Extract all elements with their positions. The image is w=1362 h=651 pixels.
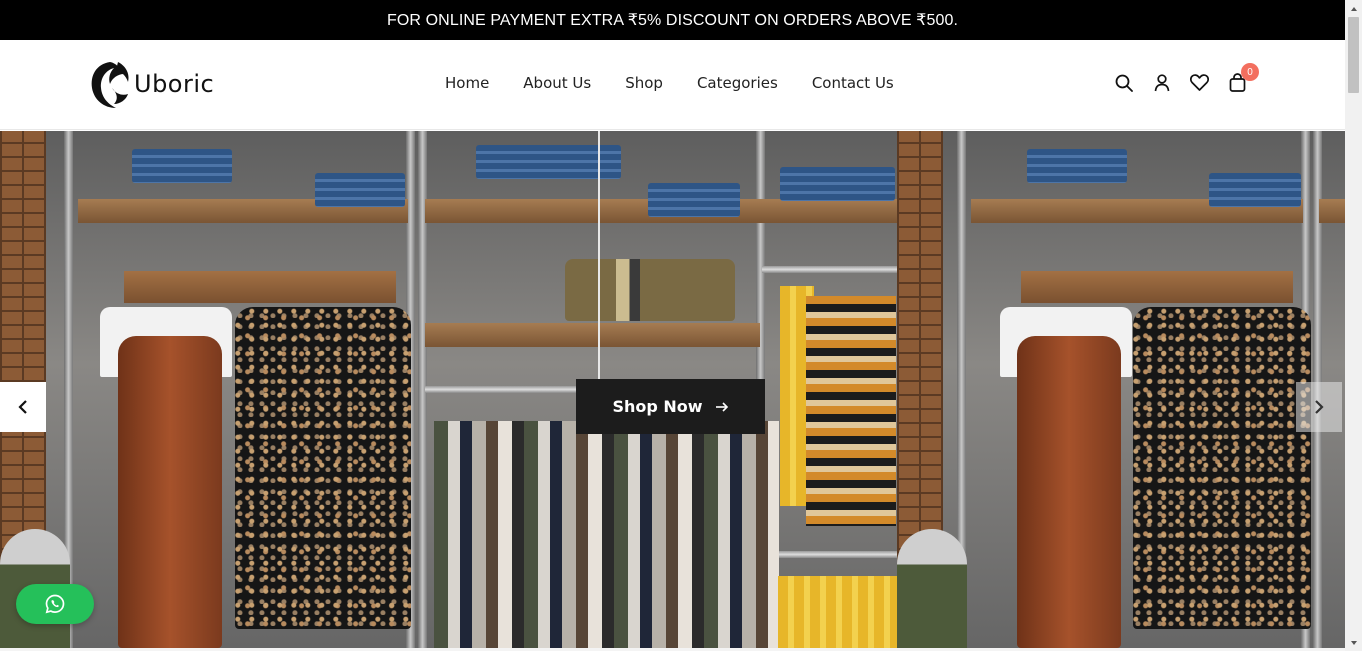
announcement-text: FOR ONLINE PAYMENT EXTRA ₹5% DISCOUNT ON… [387,12,958,29]
hero-slide-image-next [897,131,1345,648]
search-icon [1115,74,1133,92]
scroll-down-icon [1350,640,1357,645]
announcement-bar: FOR ONLINE PAYMENT EXTRA ₹5% DISCOUNT ON… [0,0,1345,40]
cart-count-badge: 0 [1241,63,1259,81]
header-actions: 0 [1114,63,1259,92]
scroll-down-button[interactable] [1345,634,1362,651]
nav-about-us[interactable]: About Us [523,74,591,92]
scroll-thumb[interactable] [1348,17,1359,93]
page-scrollbar[interactable] [1345,0,1362,651]
heart-icon [1190,74,1209,91]
site-header: Uboric Home About Us Shop Categories Con… [0,40,1345,130]
chevron-right-icon [1315,400,1324,414]
scroll-up-icon [1350,6,1357,11]
search-button[interactable] [1114,73,1133,92]
logo[interactable]: Uboric [88,58,214,110]
user-icon [1154,73,1169,91]
logo-swirl-icon [91,62,129,108]
scroll-up-button[interactable] [1345,0,1362,17]
account-button[interactable] [1152,73,1171,92]
chevron-left-icon [18,400,27,414]
whatsapp-icon [45,594,65,614]
nav-shop[interactable]: Shop [625,74,663,92]
whatsapp-button[interactable] [16,584,94,624]
nav-home[interactable]: Home [445,74,489,92]
shop-now-button[interactable]: Shop Now [576,379,765,434]
wishlist-button[interactable] [1190,73,1209,92]
nav-contact-us[interactable]: Contact Us [812,74,894,92]
main-nav: Home About Us Shop Categories Contact Us [445,74,894,92]
shop-now-label: Shop Now [612,397,703,416]
slider-prev-button[interactable] [0,382,46,432]
cart-button[interactable]: 0 [1228,63,1259,92]
slider-next-button[interactable] [1296,382,1342,432]
logo-text: Uboric [134,70,215,98]
page: FOR ONLINE PAYMENT EXTRA ₹5% DISCOUNT ON… [0,0,1362,651]
nav-categories[interactable]: Categories [697,74,778,92]
arrow-right-icon [715,401,728,412]
